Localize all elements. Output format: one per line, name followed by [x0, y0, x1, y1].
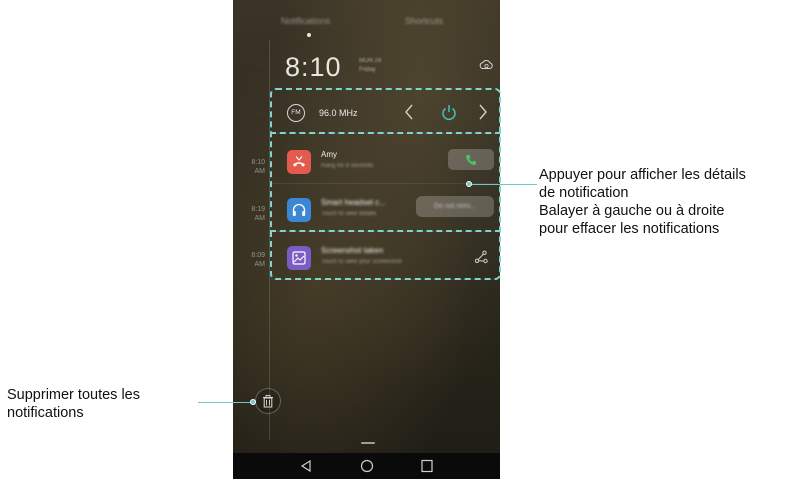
callout-notification-details: Appuyer pour afficher les détails de not… [539, 166, 746, 238]
tab-shortcuts[interactable]: Shortcuts [405, 16, 443, 26]
clock-date: MON 26 Friday [359, 58, 382, 73]
callout-line: de notification [539, 185, 629, 201]
navigation-bar [233, 453, 500, 479]
cloud-sync-icon[interactable] [479, 58, 493, 70]
timeline-marker: · · [258, 111, 265, 118]
drawer-handle[interactable] [361, 442, 375, 444]
timeline-marker: · · [258, 63, 265, 70]
time-label: 8:19 AM [251, 206, 265, 222]
callout-line: notifications [7, 405, 84, 421]
callout-line: Supprimer toutes les [7, 387, 140, 403]
back-icon[interactable] [298, 459, 314, 473]
tab-notifications[interactable]: Notifications [281, 16, 330, 26]
notification-tabs: Notifications Shortcuts [233, 12, 500, 37]
callout-dot-right [466, 181, 472, 187]
active-tab-indicator [307, 33, 311, 37]
highlight-divider [270, 132, 501, 134]
time-label: 8:10 AM [251, 159, 265, 175]
callout-line: pour effacer les notifications [539, 221, 720, 237]
clear-all-button[interactable] [255, 388, 281, 414]
callout-dot-left [250, 399, 256, 405]
callout-line: Balayer à gauche ou à droite [539, 203, 725, 219]
callout-leader-left [198, 402, 253, 403]
recents-icon[interactable] [419, 459, 435, 473]
home-icon[interactable] [359, 459, 375, 473]
callout-line: Appuyer pour afficher les détails [539, 167, 746, 183]
callout-clear-all: Supprimer toutes les notifications [7, 386, 140, 422]
time-label: 8:09 AM [251, 252, 265, 268]
clock-time: 8:10 [285, 52, 342, 82]
highlight-divider [270, 230, 501, 232]
trash-icon [263, 395, 273, 408]
callout-leader-right [469, 184, 537, 185]
